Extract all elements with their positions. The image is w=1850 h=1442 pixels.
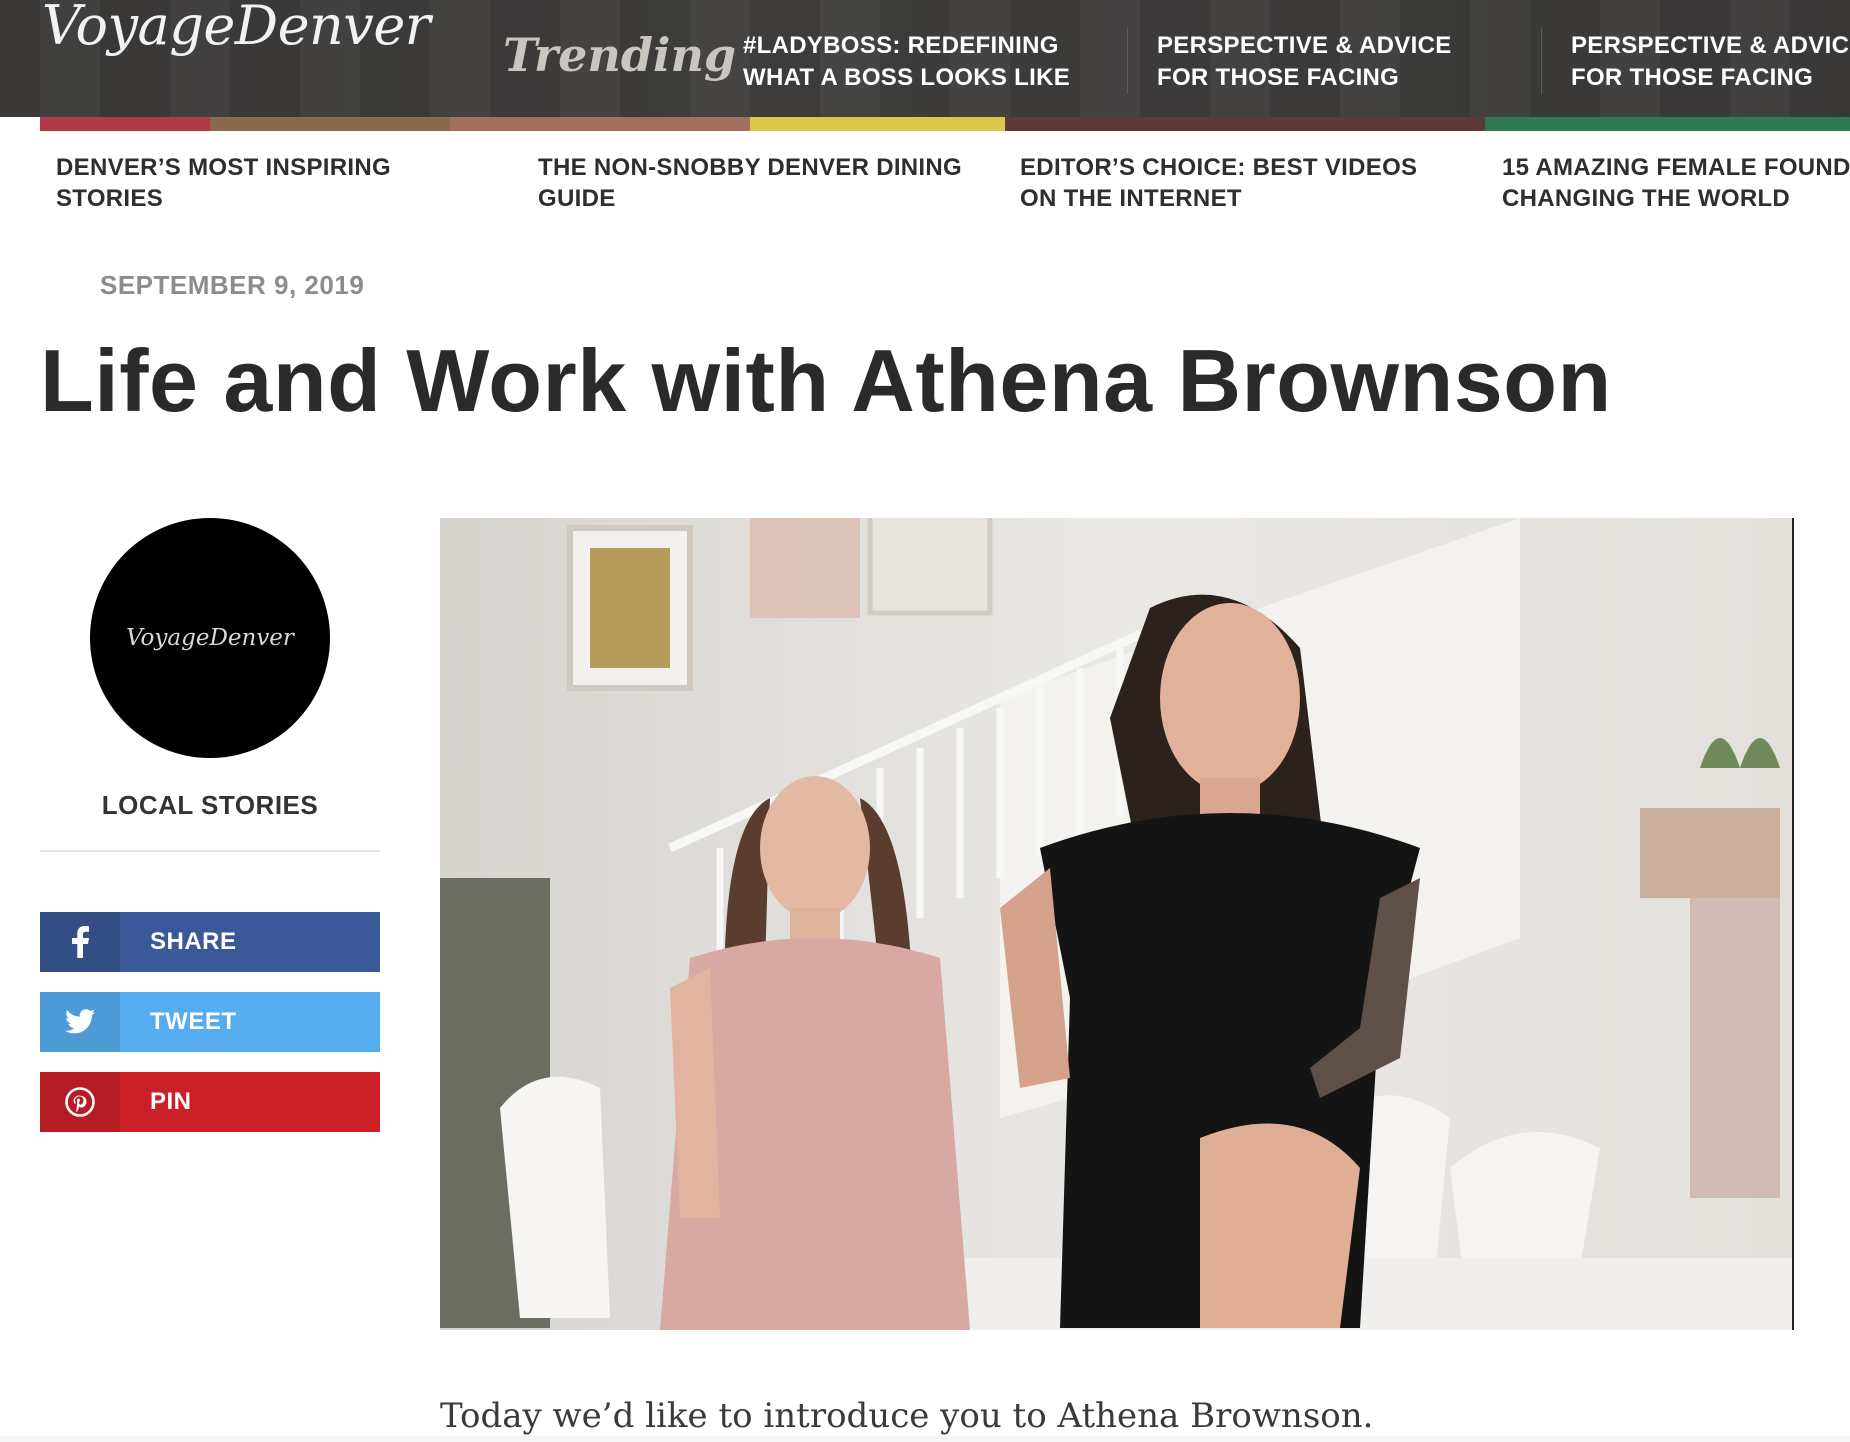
thumbnail-image[interactable] [210, 117, 450, 131]
hero-photo-illustration [440, 518, 1792, 1330]
featured-link-dining-guide[interactable]: THE NON-SNOBBY DENVER DINING GUIDE [538, 152, 962, 214]
author-avatar[interactable]: VoyageDenver [90, 518, 330, 758]
featured-link-line: 15 AMAZING FEMALE FOUNDERS [1502, 154, 1850, 181]
category-label[interactable]: LOCAL STORIES [40, 790, 380, 821]
share-button-label: SHARE [150, 928, 237, 955]
featured-link-line: GUIDE [538, 185, 616, 212]
pinterest-pin-button[interactable]: PIN [40, 1072, 380, 1132]
page-bottom-fade [0, 1436, 1850, 1442]
trending-link-ladyboss[interactable]: #LADYBOSS: REDEFINING WHAT A BOSS LOOKS … [743, 30, 1070, 94]
featured-link-female-founders[interactable]: 15 AMAZING FEMALE FOUNDERS CHANGING THE … [1502, 152, 1850, 214]
featured-link-line: CHANGING THE WORLD [1502, 185, 1791, 212]
featured-link-line: THE NON-SNOBBY DENVER DINING [538, 154, 962, 181]
trending-link-line: FOR THOSE FACING [1571, 64, 1814, 91]
featured-link-line: ON THE INTERNET [1020, 185, 1242, 212]
featured-link-best-videos[interactable]: EDITOR’S CHOICE: BEST VIDEOS ON THE INTE… [1020, 152, 1417, 214]
thumbnail-image[interactable] [1485, 117, 1850, 131]
article-title: Life and Work with Athena Brownson [40, 331, 1612, 430]
thumbnail-image[interactable] [450, 117, 750, 131]
thumbnail-image[interactable] [1005, 117, 1485, 131]
article-date: SEPTEMBER 9, 2019 [100, 270, 365, 300]
article-intro-text: Today we’d like to introduce you to Athe… [440, 1396, 1374, 1436]
trending-link-line: PERSPECTIVE & ADVICE [1571, 32, 1850, 59]
trending-label: Trending [503, 28, 737, 82]
trending-divider [1127, 28, 1128, 94]
twitter-tweet-button[interactable]: TWEET [40, 992, 380, 1052]
thumbnail-image[interactable] [750, 117, 1010, 131]
share-button-label: TWEET [150, 1008, 237, 1035]
trending-link-line: PERSPECTIVE & ADVICE [1157, 32, 1452, 59]
share-button-label: PIN [150, 1088, 192, 1115]
sidebar-divider [40, 850, 380, 852]
facebook-icon [40, 912, 120, 972]
thumbnail-image[interactable] [40, 117, 210, 131]
featured-link-line: STORIES [56, 185, 164, 212]
top-navigation-bar: VoyageDenver Trending #LADYBOSS: REDEFIN… [0, 0, 1850, 117]
featured-link-line: DENVER’S MOST INSPIRING [56, 154, 391, 181]
trending-link-line: FOR THOSE FACING [1157, 64, 1400, 91]
trending-divider [1541, 28, 1542, 94]
trending-link-line: #LADYBOSS: REDEFINING [743, 32, 1059, 59]
featured-link-inspiring-stories[interactable]: DENVER’S MOST INSPIRING STORIES [56, 152, 391, 214]
featured-thumbnail-strip [40, 117, 1850, 131]
featured-link-line: EDITOR’S CHOICE: BEST VIDEOS [1020, 154, 1418, 181]
facebook-share-button[interactable]: SHARE [40, 912, 380, 972]
avatar-logo-text: VoyageDenver [126, 625, 294, 651]
site-logo[interactable]: VoyageDenver [42, 0, 431, 57]
trending-link-line: WHAT A BOSS LOOKS LIKE [743, 64, 1071, 91]
pinterest-icon [40, 1072, 120, 1132]
article-hero-photo[interactable] [440, 518, 1794, 1330]
twitter-icon [40, 992, 120, 1052]
trending-link-perspective-2[interactable]: PERSPECTIVE & ADVICE FOR THOSE FACING [1571, 30, 1850, 94]
trending-link-perspective-1[interactable]: PERSPECTIVE & ADVICE FOR THOSE FACING [1157, 30, 1452, 94]
